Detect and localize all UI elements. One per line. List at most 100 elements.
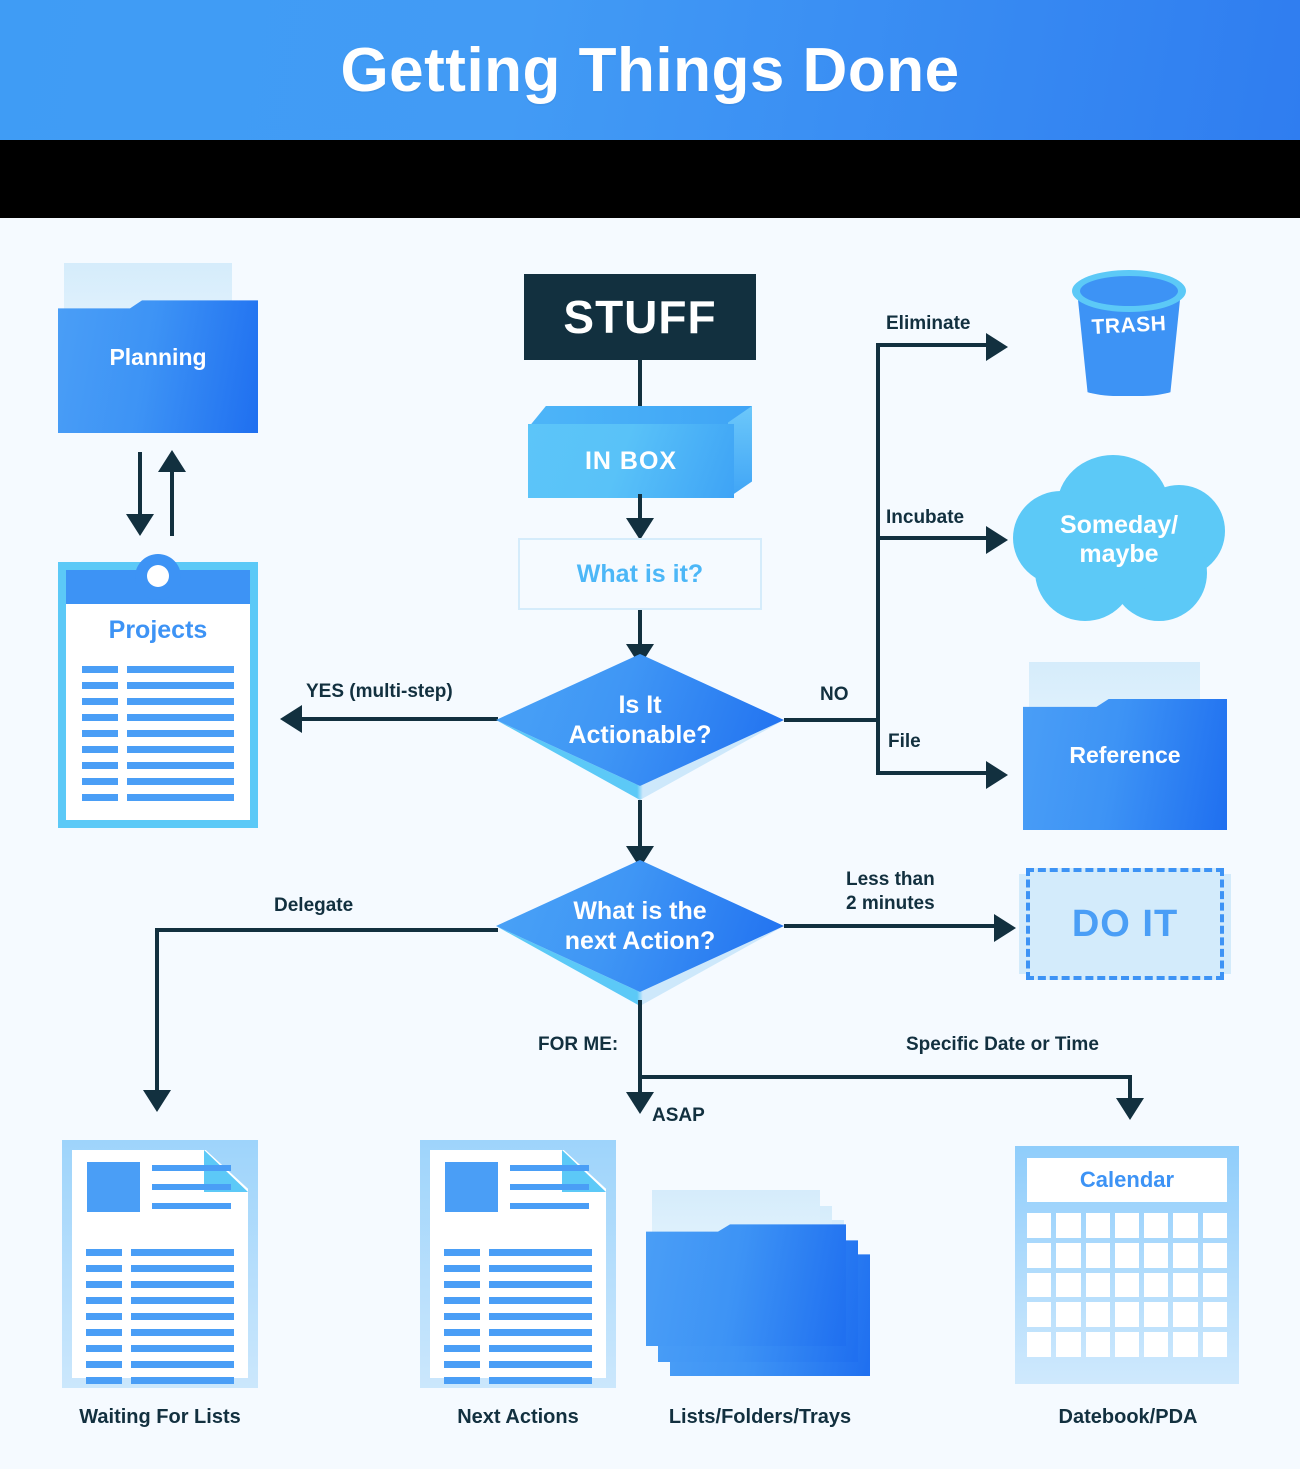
waiting-for-lists-document-icon xyxy=(62,1140,258,1388)
calendar-day-cell[interactable] xyxy=(1202,1213,1227,1238)
calendar-day-cell[interactable] xyxy=(1056,1242,1081,1268)
line-long xyxy=(489,1313,592,1321)
projects-to-planning-arrowhead xyxy=(158,450,186,472)
specific-date-arrowhead xyxy=(1116,1098,1144,1120)
calendar-day-cell[interactable] xyxy=(1114,1332,1140,1357)
list-item xyxy=(86,1329,234,1337)
line-short xyxy=(444,1361,480,1369)
calendar-day-cell[interactable] xyxy=(1114,1213,1140,1238)
list-item xyxy=(444,1313,592,1321)
calendar-day-cell[interactable] xyxy=(1085,1242,1110,1268)
do-it-arrowhead xyxy=(994,914,1016,942)
no-branch-trunk xyxy=(876,343,880,775)
line-short xyxy=(86,1313,122,1321)
line-short xyxy=(86,1265,122,1273)
line-long xyxy=(127,778,234,785)
stuff-box: STUFF xyxy=(524,274,756,360)
line-short xyxy=(82,666,118,673)
yes-arrowhead xyxy=(280,705,302,733)
line-long xyxy=(127,666,234,673)
calendar-day-cell[interactable] xyxy=(1202,1302,1227,1328)
line-short xyxy=(86,1377,122,1385)
waiting-for-lists-label: Waiting For Lists xyxy=(79,1406,241,1428)
calendar-day-cell[interactable] xyxy=(1202,1242,1227,1268)
file-line xyxy=(876,771,988,775)
line-short xyxy=(82,698,118,705)
inbox-tray: IN BOX xyxy=(528,406,752,498)
calendar-day-cell[interactable] xyxy=(1144,1272,1169,1298)
calendar-day-cell[interactable] xyxy=(1173,1242,1198,1268)
calendar-day-cell[interactable] xyxy=(1144,1213,1169,1238)
datebook-pda-label: Datebook/PDA xyxy=(1058,1406,1198,1428)
calendar-day-cell[interactable] xyxy=(1027,1302,1052,1328)
list-item xyxy=(86,1313,234,1321)
line-short xyxy=(82,714,118,721)
calendar-day-cell[interactable] xyxy=(1114,1302,1140,1328)
line-short xyxy=(444,1329,480,1337)
projects-clipboard-icon: Projects xyxy=(58,554,258,828)
calendar-day-cell[interactable] xyxy=(1056,1332,1081,1357)
calendar-day-cell[interactable] xyxy=(1202,1272,1227,1298)
list-item xyxy=(444,1297,592,1305)
calendar-day-cell[interactable] xyxy=(1202,1332,1227,1357)
planning-to-projects-arrowhead xyxy=(126,514,154,536)
list-item xyxy=(86,1361,234,1369)
calendar-day-cell[interactable] xyxy=(1085,1302,1110,1328)
line-short xyxy=(86,1329,122,1337)
calendar-day-cell[interactable] xyxy=(1085,1332,1110,1357)
calendar-day-cell[interactable] xyxy=(1173,1302,1198,1328)
line-short xyxy=(444,1313,480,1321)
calendar-day-cell[interactable] xyxy=(1085,1272,1110,1298)
calendar-day-cell[interactable] xyxy=(1027,1272,1052,1298)
list-item xyxy=(86,1297,234,1305)
line-long xyxy=(489,1377,592,1385)
yes-multi-step-label: YES (multi-step) xyxy=(306,681,453,702)
delegate-label: Delegate xyxy=(274,895,354,916)
next-action-label: What is the next Action? xyxy=(496,860,784,992)
calendar-day-cell[interactable] xyxy=(1173,1213,1198,1238)
next-action-diamond: What is the next Action? xyxy=(496,860,784,992)
line-long xyxy=(131,1329,234,1337)
line-short xyxy=(86,1297,122,1305)
calendar-grid xyxy=(1027,1213,1227,1357)
calendar-day-cell[interactable] xyxy=(1085,1213,1110,1238)
calendar-day-cell[interactable] xyxy=(1144,1302,1169,1328)
calendar-day-cell[interactable] xyxy=(1173,1272,1198,1298)
trash-can-icon: TRASH xyxy=(1072,270,1186,398)
folder-body xyxy=(646,1224,846,1346)
list-item xyxy=(86,1345,234,1353)
calendar-day-cell[interactable] xyxy=(1056,1213,1081,1238)
no-branch-line xyxy=(784,718,880,722)
for-me-label: FOR ME: xyxy=(538,1034,619,1055)
calendar-header: Calendar xyxy=(1027,1158,1227,1202)
calendar-day-cell[interactable] xyxy=(1114,1272,1140,1298)
calendar-day-cell[interactable] xyxy=(1144,1242,1169,1268)
infographic-canvas: Getting Things Done Planning Projects YE… xyxy=(0,0,1300,1469)
calendar-day-cell[interactable] xyxy=(1027,1332,1052,1357)
document-header-lines xyxy=(152,1164,231,1222)
calendar-day-cell[interactable] xyxy=(1056,1272,1081,1298)
calendar-day-cell[interactable] xyxy=(1173,1332,1198,1357)
calendar-day-cell[interactable] xyxy=(1027,1213,1052,1238)
line-short xyxy=(86,1345,122,1353)
do-it-box: DO IT xyxy=(1026,868,1224,980)
list-item xyxy=(86,1265,234,1273)
list-item xyxy=(444,1329,592,1337)
line-long xyxy=(127,762,234,769)
list-item xyxy=(444,1345,592,1353)
line-long xyxy=(131,1313,234,1321)
calendar-day-cell[interactable] xyxy=(1027,1242,1052,1268)
line-short xyxy=(82,762,118,769)
list-item xyxy=(444,1377,592,1385)
calendar-day-cell[interactable] xyxy=(1056,1302,1081,1328)
list-item xyxy=(82,762,234,769)
is-it-actionable-diamond: Is It Actionable? xyxy=(496,654,784,786)
list-item xyxy=(82,778,234,785)
line-short xyxy=(444,1297,480,1305)
planning-folder-icon: Planning xyxy=(58,263,258,433)
list-item xyxy=(82,746,234,753)
calendar-day-cell[interactable] xyxy=(1114,1242,1140,1268)
calendar-day-cell[interactable] xyxy=(1144,1332,1169,1357)
line-short xyxy=(444,1377,480,1385)
line-long xyxy=(131,1249,234,1257)
